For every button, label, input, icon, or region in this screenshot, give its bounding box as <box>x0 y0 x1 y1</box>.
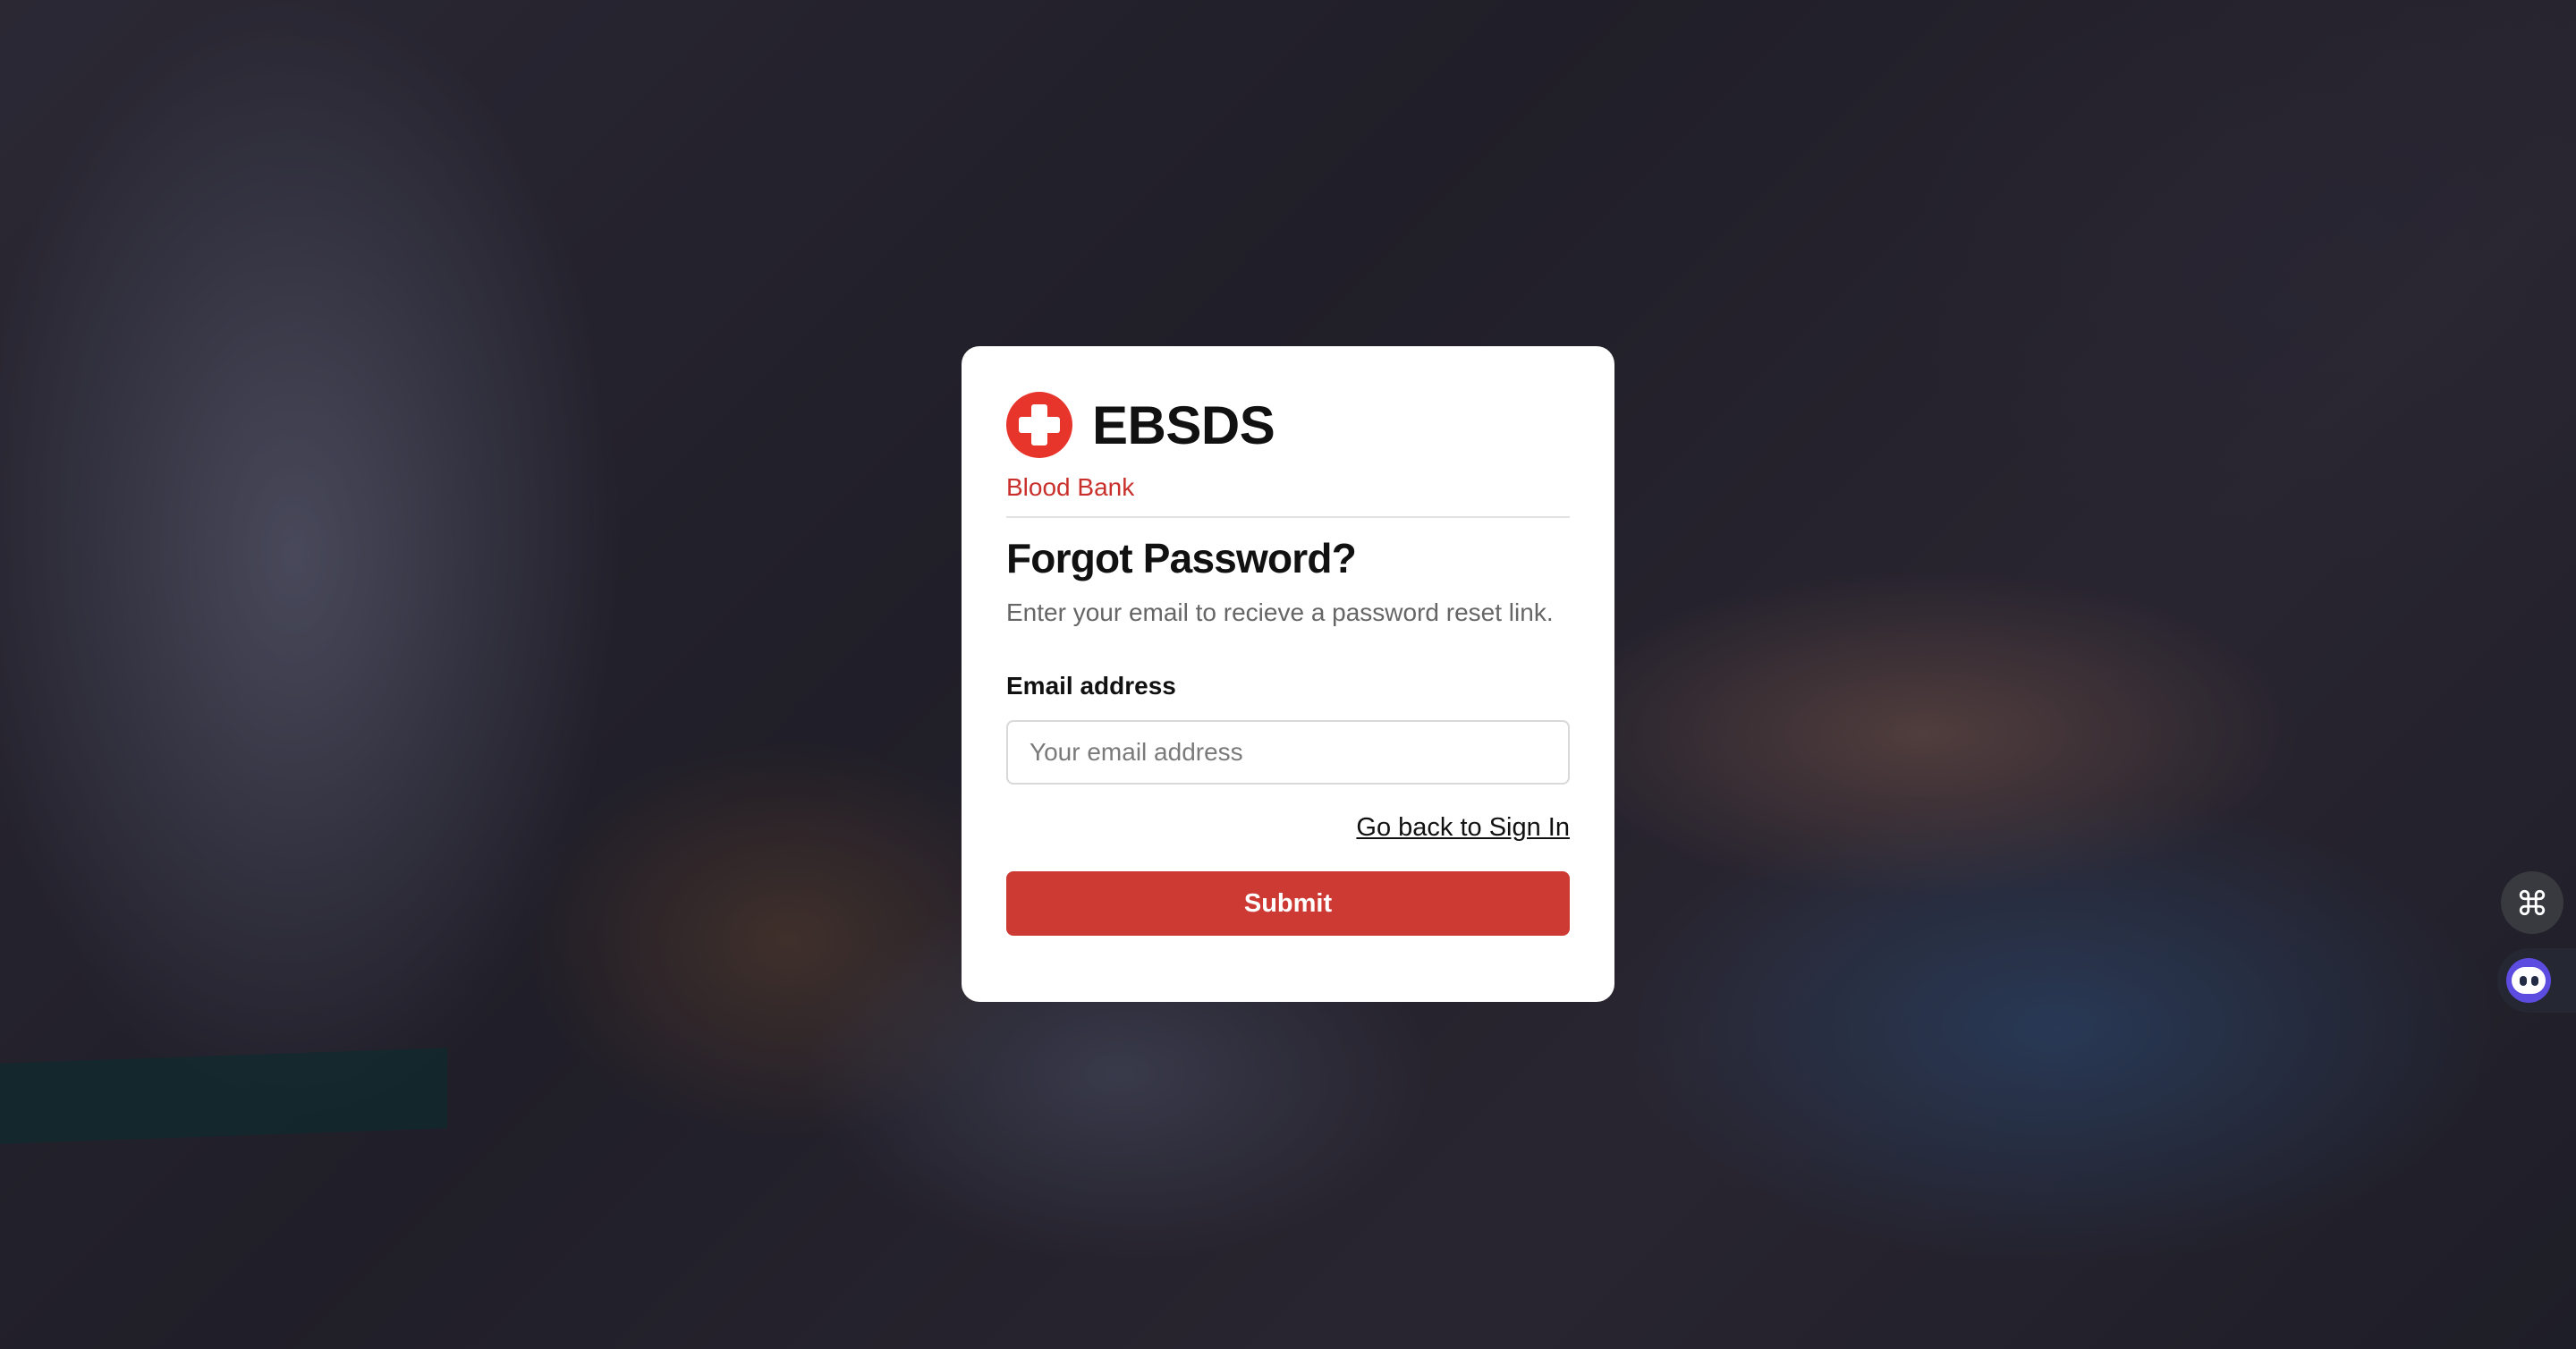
command-icon <box>2519 889 2546 916</box>
email-label: Email address <box>1006 672 1176 700</box>
assistant-face-icon <box>2506 958 2551 1003</box>
red-cross-icon <box>1006 392 1072 458</box>
back-to-sign-in-link[interactable]: Go back to Sign In <box>1356 813 1570 842</box>
page-description: Enter your email to recieve a password r… <box>1006 598 1554 626</box>
email-input[interactable] <box>1006 720 1570 785</box>
brand-subtitle: Blood Bank <box>1006 473 1135 501</box>
forgot-password-card: EBSDS Blood Bank Forgot Password? Enter … <box>962 346 1614 1002</box>
submit-button[interactable]: Submit <box>1006 871 1570 936</box>
command-button[interactable] <box>2501 871 2563 934</box>
back-link-row: Go back to Sign In <box>1006 813 1570 843</box>
page-title: Forgot Password? <box>1006 535 1357 581</box>
brand-header: EBSDS <box>1006 391 1570 459</box>
assistant-button[interactable] <box>2497 948 2576 1013</box>
divider <box>1006 516 1570 518</box>
brand-name: EBSDS <box>1092 395 1275 455</box>
